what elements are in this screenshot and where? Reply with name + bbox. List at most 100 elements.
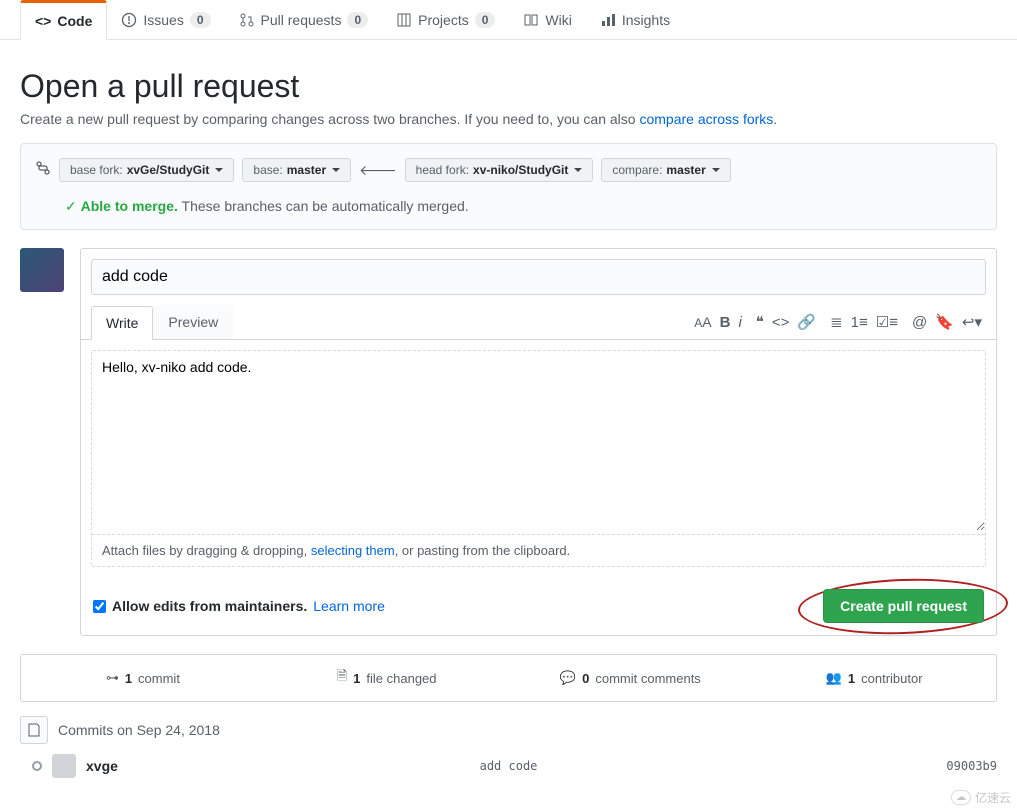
stat-comments[interactable]: 💬 0 commit comments	[509, 655, 753, 701]
merge-note: These branches can be automatically merg…	[182, 198, 469, 214]
stat-files[interactable]: 🗎 1 file changed	[265, 655, 509, 701]
tab-projects-label: Projects	[418, 12, 469, 28]
allow-edits-checkbox[interactable]	[93, 600, 106, 613]
compare-branch-dropdown[interactable]: compare: master	[601, 158, 730, 182]
base-fork-dropdown[interactable]: base fork: xvGe/StudyGit	[59, 158, 234, 182]
commit-author-avatar[interactable]	[52, 754, 76, 778]
projects-icon	[396, 12, 412, 28]
tab-code-label: Code	[57, 13, 92, 29]
repo-tabs: <> Code Issues 0 Pull requests 0 Project…	[0, 0, 1017, 40]
commits-date-label: Commits on Sep 24, 2018	[58, 722, 220, 738]
contrib-label: contributor	[861, 671, 922, 686]
mention-icon[interactable]: @	[912, 314, 927, 331]
pr-icon	[239, 12, 255, 28]
files-label: file changed	[366, 671, 436, 686]
chevron-down-icon	[332, 168, 340, 172]
compare-branches-box: base fork: xvGe/StudyGit base: master 🡐 …	[20, 143, 997, 230]
code-icon[interactable]: <>	[772, 314, 790, 331]
insights-icon	[600, 12, 616, 28]
stat-commits[interactable]: ⊶ 1 commit	[21, 655, 265, 701]
page-title: Open a pull request	[20, 68, 997, 105]
task-icon[interactable]: ☑≡	[876, 313, 898, 331]
arrow-left-icon: 🡐	[359, 162, 397, 179]
tab-projects[interactable]: Projects 0	[382, 0, 509, 39]
contrib-count: 1	[848, 671, 855, 686]
base-label: base:	[253, 163, 282, 177]
attach-pre: Attach files by dragging & dropping,	[102, 543, 311, 558]
tab-issues[interactable]: Issues 0	[107, 0, 224, 39]
commit-author[interactable]: xvge	[86, 758, 118, 774]
ul-icon[interactable]: ≣	[830, 313, 843, 331]
create-pr-button[interactable]: Create pull request	[823, 589, 984, 623]
compare-value: master	[666, 163, 705, 177]
tab-wiki-label: Wiki	[545, 12, 571, 28]
comments-count: 0	[582, 671, 589, 686]
learn-more-link[interactable]: Learn more	[313, 598, 385, 614]
write-tab[interactable]: Write	[91, 306, 153, 340]
repo-icon	[20, 716, 48, 744]
quote-icon[interactable]: ❝	[756, 313, 764, 331]
watermark-text: 亿速云	[975, 789, 1011, 806]
user-avatar[interactable]	[20, 248, 64, 292]
diff-stats-bar: ⊶ 1 commit 🗎 1 file changed 💬 0 commit c…	[20, 654, 997, 702]
markdown-toolbar: AA B i ❝ <> 🔗 ≣ 1≡ ☑≡ @	[694, 313, 986, 331]
attach-select-link[interactable]: selecting them	[311, 543, 395, 558]
link-icon[interactable]: 🔗	[797, 313, 816, 331]
code-icon: <>	[35, 13, 51, 29]
check-icon: ✓	[65, 198, 77, 214]
pr-title-input[interactable]	[91, 259, 986, 295]
text-size-icon[interactable]: AA	[694, 314, 711, 330]
compare-forks-link[interactable]: compare across forks	[639, 111, 773, 127]
commit-message[interactable]: add code	[480, 759, 538, 773]
italic-icon[interactable]: i	[738, 314, 741, 331]
tab-wiki[interactable]: Wiki	[509, 0, 585, 39]
files-count: 1	[353, 671, 360, 686]
subtitle: Create a new pull request by comparing c…	[20, 111, 997, 127]
commits-count: 1	[125, 671, 132, 686]
attach-post: , or pasting from the clipboard.	[395, 543, 571, 558]
watermark: ☁ 亿速云	[951, 789, 1011, 806]
commits-heading: Commits on Sep 24, 2018	[20, 716, 997, 744]
merge-able-text: Able to merge.	[81, 198, 178, 214]
head-fork-label: head fork:	[416, 163, 469, 177]
issues-counter: 0	[190, 12, 211, 28]
preview-tab[interactable]: Preview	[153, 305, 233, 339]
compare-label: compare:	[612, 163, 662, 177]
comment-box: Write Preview AA B i ❝ <> 🔗 ≣ 1	[80, 248, 997, 636]
cloud-icon: ☁	[951, 790, 971, 805]
subtitle-post: .	[773, 111, 777, 127]
tab-insights-label: Insights	[622, 12, 670, 28]
bookmark-icon[interactable]: 🔖	[935, 313, 954, 331]
attach-hint: Attach files by dragging & dropping, sel…	[92, 534, 985, 566]
tab-insights[interactable]: Insights	[586, 0, 684, 39]
comment-icon: 💬	[560, 670, 576, 686]
people-icon: 👥	[826, 670, 842, 686]
commits-icon: ⊶	[106, 670, 119, 686]
head-fork-value: xv-niko/StudyGit	[473, 163, 568, 177]
tab-code[interactable]: <> Code	[20, 0, 107, 40]
base-value: master	[287, 163, 326, 177]
projects-counter: 0	[475, 12, 496, 28]
commit-row: xvge add code 09003b9	[20, 744, 997, 778]
chevron-down-icon	[215, 168, 223, 172]
ol-icon[interactable]: 1≡	[851, 314, 868, 331]
tab-pull-requests[interactable]: Pull requests 0	[225, 0, 383, 39]
stat-contributors[interactable]: 👥 1 contributor	[752, 655, 996, 701]
pr-body-textarea[interactable]: Hello, xv-niko add code.	[92, 351, 985, 531]
tab-issues-label: Issues	[143, 12, 183, 28]
chevron-down-icon	[712, 168, 720, 172]
pr-counter: 0	[347, 12, 368, 28]
base-branch-dropdown[interactable]: base: master	[242, 158, 351, 182]
bold-icon[interactable]: B	[720, 314, 731, 331]
wiki-icon	[523, 12, 539, 28]
commits-label: commit	[138, 671, 180, 686]
comments-label: commit comments	[595, 671, 700, 686]
base-fork-label: base fork:	[70, 163, 123, 177]
chevron-down-icon	[574, 168, 582, 172]
tab-pr-label: Pull requests	[261, 12, 342, 28]
head-fork-dropdown[interactable]: head fork: xv-niko/StudyGit	[405, 158, 594, 182]
issues-icon	[121, 12, 137, 28]
commit-sha[interactable]: 09003b9	[946, 759, 997, 773]
merge-status: ✓ Able to merge. These branches can be a…	[35, 198, 982, 215]
reply-icon[interactable]: ↩▾	[962, 313, 982, 331]
